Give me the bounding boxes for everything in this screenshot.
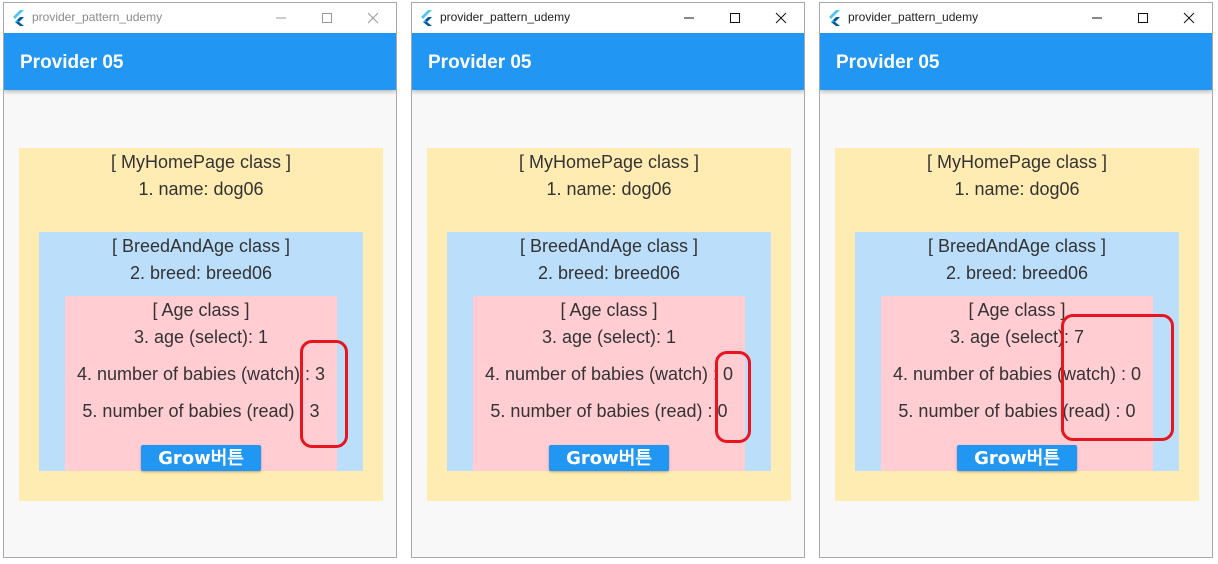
title-bar[interactable]: provider_pattern_udemy — [820, 3, 1212, 33]
window-title: provider_pattern_udemy — [848, 10, 979, 24]
maximize-button[interactable] — [712, 3, 758, 33]
app-bar: Provider 05 — [820, 33, 1212, 90]
breedandage-heading: [ BreedAndAge class ] — [111, 236, 291, 256]
app-bar: Provider 05 — [4, 33, 396, 90]
name-line: 1. name: dog06 — [954, 179, 1080, 199]
close-button[interactable] — [758, 3, 804, 33]
grow-button[interactable]: Grow버튼 — [549, 445, 669, 471]
close-icon — [367, 12, 379, 24]
close-button[interactable] — [1166, 3, 1212, 33]
close-icon — [1183, 12, 1195, 24]
minimize-button[interactable] — [1074, 3, 1120, 33]
red-highlight-annotation — [1061, 314, 1174, 441]
app-window-2: provider_pattern_udemy Provider 05 [ MyH… — [411, 2, 805, 558]
minimize-icon — [276, 17, 286, 19]
app-bar-title: Provider 05 — [428, 52, 532, 73]
name-line: 1. name: dog06 — [138, 179, 264, 199]
app-bar-title: Provider 05 — [836, 52, 940, 73]
grow-button[interactable]: Grow버튼 — [957, 445, 1077, 471]
maximize-icon — [322, 13, 332, 23]
title-bar[interactable]: provider_pattern_udemy — [4, 3, 396, 33]
grow-button[interactable]: Grow버튼 — [141, 445, 261, 471]
maximize-icon — [1138, 13, 1148, 23]
red-highlight-annotation — [300, 340, 348, 448]
minimize-icon — [1092, 17, 1102, 19]
minimize-button[interactable] — [666, 3, 712, 33]
myhomepage-box: [ MyHomePage class ] 1. name: dog06 [ Br… — [19, 148, 383, 501]
age-heading: [ Age class ] — [152, 300, 250, 320]
close-icon — [775, 12, 787, 24]
breed-line: 2. breed: breed06 — [129, 263, 273, 283]
close-button[interactable] — [350, 3, 396, 33]
app-window-1: provider_pattern_udemy Provider 05 [ MyH… — [3, 2, 397, 558]
flutter-icon — [13, 10, 24, 26]
title-bar[interactable]: provider_pattern_udemy — [412, 3, 804, 33]
maximize-button[interactable] — [304, 3, 350, 33]
window-title: provider_pattern_udemy — [440, 10, 571, 24]
minimize-button[interactable] — [258, 3, 304, 33]
age-box: [ Age class ] 3. age (select): 1 4. numb… — [65, 296, 337, 471]
age-select-line: 3. age (select): 1 — [541, 327, 677, 347]
flutter-icon — [829, 10, 840, 26]
breed-line: 2. breed: breed06 — [537, 263, 681, 283]
breedandage-heading: [ BreedAndAge class ] — [519, 236, 699, 256]
maximize-button[interactable] — [1120, 3, 1166, 33]
minimize-icon — [684, 17, 694, 19]
myhomepage-heading: [ MyHomePage class ] — [518, 152, 700, 172]
breedandage-heading: [ BreedAndAge class ] — [927, 236, 1107, 256]
breed-line: 2. breed: breed06 — [945, 263, 1089, 283]
name-line: 1. name: dog06 — [546, 179, 672, 199]
myhomepage-heading: [ MyHomePage class ] — [110, 152, 292, 172]
age-heading: [ Age class ] — [560, 300, 658, 320]
app-bar: Provider 05 — [412, 33, 804, 90]
age-box: [ Age class ] 3. age (select): 1 4. numb… — [473, 296, 745, 471]
maximize-icon — [730, 13, 740, 23]
myhomepage-heading: [ MyHomePage class ] — [926, 152, 1108, 172]
app-window-3: provider_pattern_udemy Provider 05 [ MyH… — [819, 2, 1213, 558]
app-bar-title: Provider 05 — [20, 52, 124, 73]
window-title: provider_pattern_udemy — [32, 10, 163, 24]
red-highlight-annotation — [715, 351, 751, 443]
myhomepage-box: [ MyHomePage class ] 1. name: dog06 [ Br… — [427, 148, 791, 501]
flutter-icon — [421, 10, 432, 26]
